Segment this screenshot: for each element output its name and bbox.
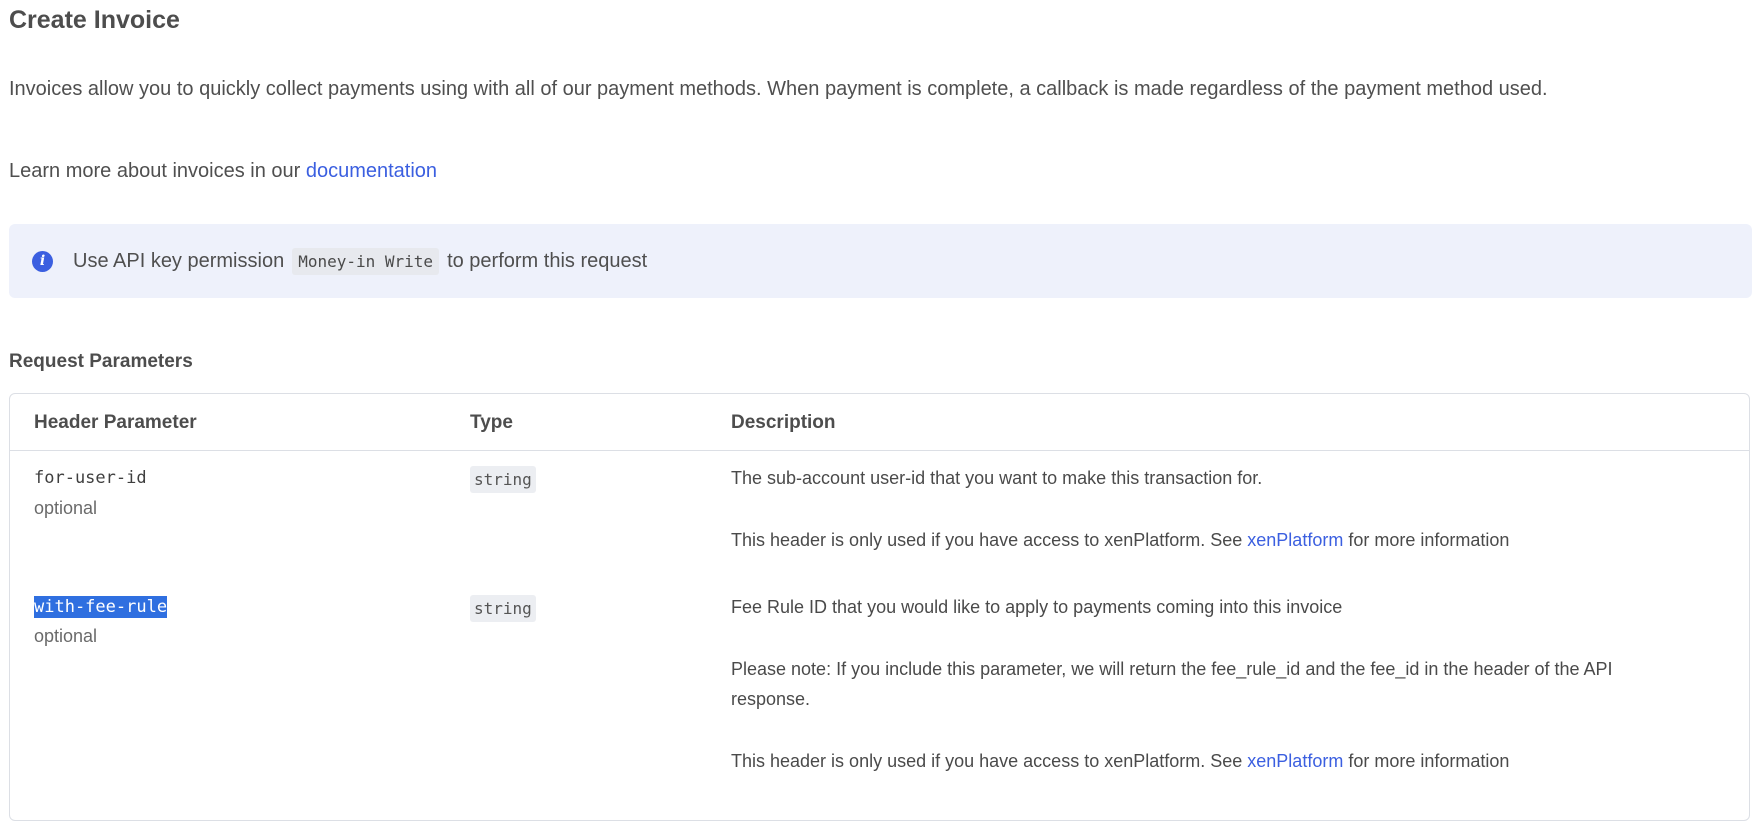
request-parameters-title: Request Parameters xyxy=(9,351,193,372)
intro-text: Invoices allow you to quickly collect pa… xyxy=(9,78,1548,100)
param-name: with-fee-rule xyxy=(34,596,168,618)
param-description-note: This header is only used if you have acc… xyxy=(731,746,1671,776)
param-description-extra: Please note: If you include this paramet… xyxy=(731,659,1613,709)
note-prefix: This header is only used if you have acc… xyxy=(731,751,1248,771)
permission-callout: i Use API key permission Money-in Write … xyxy=(9,224,1752,298)
note-prefix: This header is only used if you have acc… xyxy=(731,530,1248,550)
callout-suffix: to perform this request xyxy=(447,249,648,272)
param-requirement: optional xyxy=(34,626,98,646)
table-header: Header Parameter Type Description xyxy=(10,394,1749,451)
callout-prefix: Use API key permission xyxy=(73,249,285,272)
learn-more-prefix: Learn more about invoices in our xyxy=(9,160,306,182)
page-title: Create Invoice xyxy=(9,6,180,34)
param-description: Fee Rule ID that you would like to apply… xyxy=(731,597,1343,617)
column-description: Description xyxy=(731,412,836,433)
note-suffix: for more information xyxy=(1343,530,1510,550)
table-row: for-user-id optional string The sub-acco… xyxy=(10,451,1749,581)
param-name: for-user-id xyxy=(34,468,147,488)
table-row: with-fee-rule optional string Fee Rule I… xyxy=(10,581,1749,821)
callout-text: Use API key permission Money-in Write to… xyxy=(73,247,648,275)
permission-code: Money-in Write xyxy=(292,247,440,275)
column-header-parameter: Header Parameter xyxy=(34,412,197,433)
note-suffix: for more information xyxy=(1343,751,1510,771)
param-requirement: optional xyxy=(34,498,98,518)
type-badge: string xyxy=(470,466,536,493)
xenplatform-link[interactable]: xenPlatform xyxy=(1247,751,1343,771)
documentation-link[interactable]: documentation xyxy=(306,160,437,182)
learn-more-text: Learn more about invoices in our documen… xyxy=(9,160,437,183)
param-description: The sub-account user-id that you want to… xyxy=(731,468,1263,488)
info-icon: i xyxy=(32,250,53,272)
column-type: Type xyxy=(470,412,513,433)
param-description-note: This header is only used if you have acc… xyxy=(731,525,1671,555)
xenplatform-link[interactable]: xenPlatform xyxy=(1247,530,1343,550)
header-parameters-table: Header Parameter Type Description for-us… xyxy=(9,393,1750,821)
type-badge: string xyxy=(470,595,536,622)
